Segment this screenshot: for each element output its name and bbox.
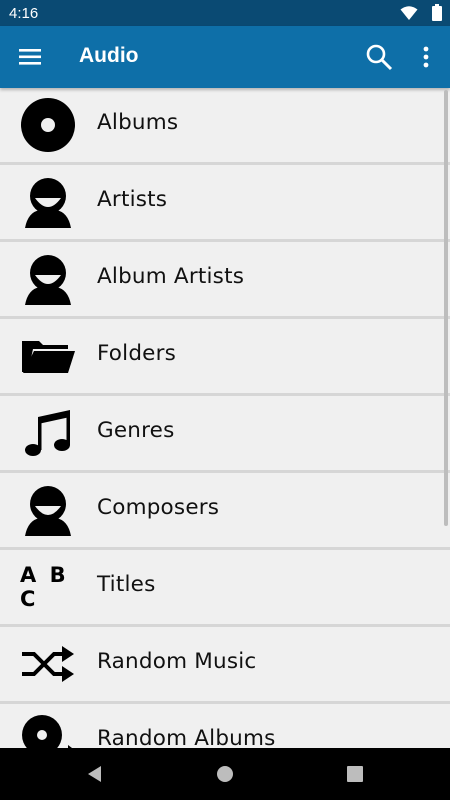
album-icon — [20, 97, 76, 153]
home-icon — [217, 766, 233, 782]
battery-icon — [432, 4, 442, 21]
page-title: Audio — [79, 44, 139, 67]
system-nav-bar — [0, 748, 450, 800]
abc-icon: A B C — [20, 559, 76, 615]
list-item-genres[interactable]: Genres — [0, 396, 450, 473]
app-bar: Audio — [0, 26, 450, 88]
list-item-label: Albums — [97, 110, 179, 135]
list-item-label: Genres — [97, 418, 175, 443]
list-item-label: Album Artists — [97, 264, 245, 289]
list-item-label: Random Music — [97, 649, 257, 674]
list-item-label: Random Albums — [97, 726, 276, 748]
back-icon — [88, 766, 101, 782]
scrollbar[interactable] — [444, 90, 448, 526]
home-button[interactable] — [215, 764, 235, 784]
list-item-titles[interactable]: A B C Titles — [0, 550, 450, 627]
music-note-icon — [20, 405, 76, 461]
recents-icon — [347, 766, 363, 782]
more-options-button[interactable] — [414, 44, 438, 70]
status-time: 4:16 — [9, 5, 39, 22]
folder-icon — [20, 328, 76, 384]
list-item-random-albums[interactable]: Random Albums — [0, 704, 450, 748]
shuffle-icon — [20, 636, 76, 692]
list-item-folders[interactable]: Folders — [0, 319, 450, 396]
composer-icon — [20, 482, 76, 538]
status-icons — [400, 4, 442, 21]
list-item-label: Artists — [97, 187, 168, 212]
search-button[interactable] — [364, 42, 394, 72]
list-item-composers[interactable]: Composers — [0, 473, 450, 550]
list-item-albums[interactable]: Albums — [0, 88, 450, 165]
wifi-icon — [400, 5, 418, 20]
more-vert-icon — [423, 46, 429, 68]
back-button[interactable] — [85, 764, 105, 784]
list-item-artists[interactable]: Artists — [0, 165, 450, 242]
list-item-random-music[interactable]: Random Music — [0, 627, 450, 704]
audio-category-list: Albums Artists Album Artists Folders Gen… — [0, 88, 450, 748]
menu-icon — [19, 49, 41, 65]
artist-icon — [20, 174, 76, 230]
list-item-label: Titles — [97, 572, 156, 597]
menu-button[interactable] — [14, 44, 46, 70]
list-item-label: Folders — [97, 341, 177, 366]
search-icon — [366, 44, 393, 71]
album-artist-icon — [20, 251, 76, 307]
random-album-icon — [20, 713, 76, 748]
status-bar: 4:16 — [0, 0, 450, 26]
abc-icon-text: A B C — [20, 563, 69, 611]
recents-button[interactable] — [345, 764, 365, 784]
list-item-label: Composers — [97, 495, 220, 520]
list-item-album-artists[interactable]: Album Artists — [0, 242, 450, 319]
